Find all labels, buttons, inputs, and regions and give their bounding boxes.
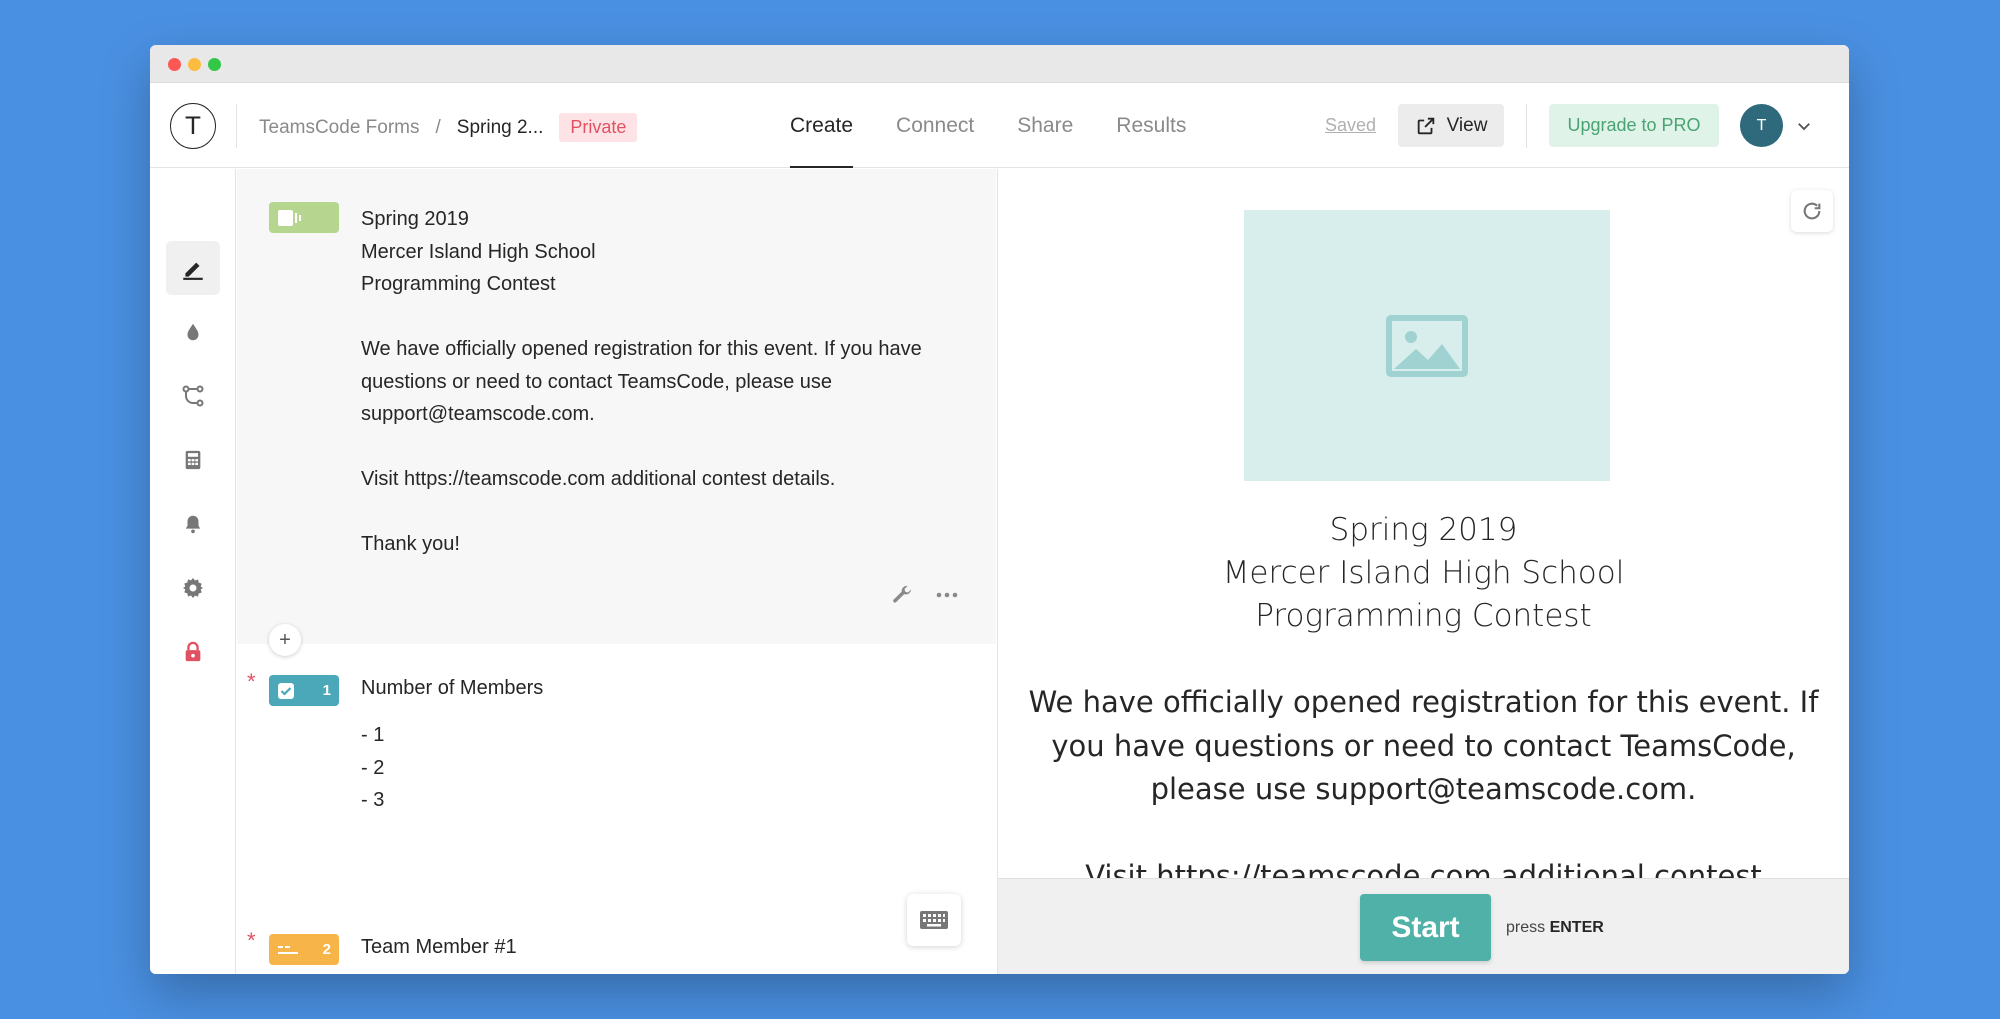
form-preview: Spring 2019 Mercer Island High School Pr… [997, 169, 1849, 974]
form-editor: Spring 2019 Mercer Island High School Pr… [237, 169, 996, 974]
keyboard-shortcuts-button[interactable] [907, 894, 961, 946]
sidebar-item-build[interactable] [166, 241, 220, 295]
preview-title: Spring 2019 Mercer Island High School Pr… [1222, 512, 1625, 634]
tools-sidebar [150, 169, 236, 974]
typeform-logo[interactable]: T [170, 103, 216, 149]
chevron-down-icon[interactable] [1795, 117, 1813, 135]
start-button[interactable]: Start [1360, 894, 1491, 961]
short-text-icon [278, 945, 298, 954]
breadcrumb-separator: / [435, 116, 441, 138]
welcome-screen-icon [278, 209, 301, 226]
logo-letter: T [185, 112, 201, 140]
question-badge-short-text[interactable]: 2 [269, 934, 339, 965]
enter-key-label: ENTER [1549, 919, 1604, 936]
press-label: press [1506, 919, 1546, 936]
preview-description: We have officially opened registration f… [1028, 685, 1819, 893]
option-item: - 3 [361, 789, 385, 811]
tab-share[interactable]: Share [1017, 84, 1073, 168]
checkbox-icon [278, 682, 294, 699]
window-titlebar [150, 45, 1849, 83]
wrench-icon[interactable] [890, 583, 914, 607]
sidebar-item-access[interactable] [166, 625, 220, 679]
breadcrumb: TeamsCode Forms / Spring 2... Private [259, 113, 638, 142]
question-number: 1 [322, 682, 331, 699]
question-title[interactable]: Number of Members [361, 677, 543, 700]
sidebar-item-notifications[interactable] [166, 497, 220, 551]
view-button[interactable]: View [1398, 104, 1504, 147]
maximize-window-button[interactable] [208, 58, 221, 71]
drop-icon [187, 323, 199, 341]
sidebar-item-settings[interactable] [166, 561, 220, 615]
minimize-window-button[interactable] [188, 58, 201, 71]
press-enter-hint: press ENTER [1506, 919, 1604, 937]
question-badge-multiple-choice[interactable]: 1 [269, 675, 339, 706]
welcome-screen-badge [269, 202, 339, 233]
calculator-icon [185, 450, 201, 470]
breadcrumb-workspace[interactable]: TeamsCode Forms [259, 117, 420, 139]
sidebar-item-calculator[interactable] [166, 433, 220, 487]
private-badge[interactable]: Private [559, 113, 638, 142]
question-title[interactable]: Team Member #1 [361, 936, 517, 959]
welcome-screen-text[interactable]: Spring 2019 Mercer Island High School Pr… [361, 203, 961, 561]
add-question-button[interactable]: + [269, 624, 301, 656]
upgrade-button[interactable]: Upgrade to PRO [1549, 104, 1719, 147]
sidebar-item-design[interactable] [166, 305, 220, 359]
bell-icon [185, 515, 201, 534]
welcome-image-placeholder [1244, 210, 1610, 481]
app-window: T TeamsCode Forms / Spring 2... Private … [150, 45, 1849, 974]
image-icon [1386, 314, 1468, 377]
divider [236, 104, 237, 148]
tab-results[interactable]: Results [1116, 84, 1186, 168]
pencil-icon [183, 262, 203, 280]
close-window-button[interactable] [168, 58, 181, 71]
avatar[interactable]: T [1740, 104, 1783, 147]
sidebar-item-logic[interactable] [166, 369, 220, 423]
tab-create[interactable]: Create [790, 84, 854, 168]
option-item: - 1 [361, 724, 385, 746]
question-number: 2 [322, 941, 331, 958]
main-tabs: Create Connect Share Results [790, 84, 1186, 168]
external-link-icon [1417, 117, 1434, 134]
refresh-preview-button[interactable] [1791, 190, 1833, 232]
breadcrumb-form-name[interactable]: Spring 2... [457, 117, 544, 139]
keyboard-icon [920, 911, 948, 929]
more-options-icon[interactable] [936, 592, 958, 598]
preview-footer: Start press ENTER [998, 878, 1849, 974]
required-marker: * [247, 928, 256, 953]
top-navigation: T TeamsCode Forms / Spring 2... Private … [150, 84, 1849, 168]
saved-status: Saved [1325, 115, 1377, 135]
refresh-icon [1803, 202, 1821, 220]
view-label: View [1446, 114, 1488, 136]
divider [1526, 104, 1527, 148]
tab-connect[interactable]: Connect [896, 84, 974, 168]
lock-icon [185, 641, 201, 662]
welcome-screen-block[interactable]: Spring 2019 Mercer Island High School Pr… [237, 169, 996, 644]
question-options: - 1 - 2 - 3 [361, 719, 384, 817]
required-marker: * [247, 669, 256, 694]
gear-icon [183, 578, 203, 598]
block-toolbar [890, 583, 958, 607]
option-item: - 2 [361, 756, 385, 779]
logic-jump-icon [182, 385, 204, 407]
